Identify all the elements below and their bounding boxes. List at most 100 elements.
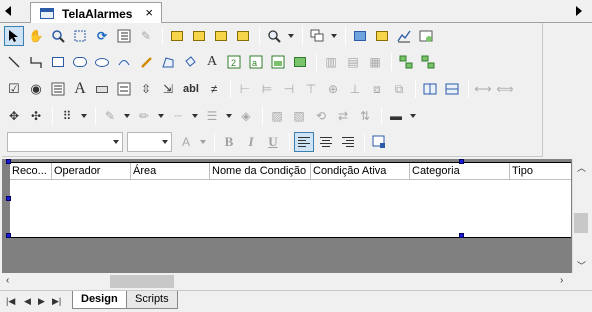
vertical-scrollbar[interactable]: ︿ ﹀ — [572, 159, 589, 273]
pencil-tool-button[interactable] — [136, 52, 156, 72]
line-tool-button[interactable] — [4, 52, 24, 72]
align-left-grid-button[interactable]: ▥ — [321, 52, 341, 72]
column-header-tipo[interactable]: Tipo — [510, 163, 570, 179]
combo-tool-button[interactable] — [114, 79, 134, 99]
line-color-dropdown[interactable] — [122, 106, 130, 126]
align-left-button[interactable]: ⊢ — [235, 79, 255, 99]
numeric-display-button[interactable]: 2 — [224, 52, 244, 72]
border-dropdown[interactable] — [408, 106, 416, 126]
font-size-combo[interactable] — [127, 132, 172, 152]
underline-button[interactable]: U — [263, 132, 283, 152]
previous-sheet-button[interactable]: ◀ — [24, 296, 31, 307]
bring-to-front-button[interactable] — [211, 26, 231, 46]
scroll-up-arrow[interactable]: ︿ — [577, 161, 586, 173]
button-tool-button[interactable] — [92, 79, 112, 99]
fit-screen-button[interactable] — [70, 26, 90, 46]
line-style-button[interactable]: ┈ — [168, 106, 188, 126]
selection-handle[interactable] — [6, 233, 11, 238]
scroll-tabs-left-button[interactable] — [5, 4, 15, 18]
group-dropdown[interactable] — [329, 26, 337, 46]
pan-tool-button[interactable]: ✋ — [26, 26, 46, 46]
screen-properties-button[interactable] — [350, 26, 370, 46]
group-objects-button[interactable] — [307, 26, 327, 46]
align-center-button[interactable]: ⊨ — [257, 79, 277, 99]
pointer-tool-button[interactable] — [4, 26, 24, 46]
line-width-dropdown[interactable] — [224, 106, 232, 126]
column-header-reco[interactable]: Reco... — [10, 163, 52, 179]
line-width-button[interactable]: ☰ — [202, 106, 222, 126]
italic-button[interactable]: I — [241, 132, 261, 152]
alarm-grid-object[interactable]: Reco... Operador Área Nome da Condição C… — [10, 162, 571, 238]
flip-vertical-button[interactable]: ⇅ — [355, 106, 375, 126]
column-header-nome-condicao[interactable]: Nome da Condição — [210, 163, 311, 179]
bold-button[interactable]: B — [219, 132, 239, 152]
rounded-rectangle-tool-button[interactable] — [70, 52, 90, 72]
space-vertical-button[interactable]: ⧉ — [389, 79, 409, 99]
font-color-dropdown[interactable] — [198, 132, 206, 152]
column-header-operador[interactable]: Operador — [52, 163, 131, 179]
grid-dropdown[interactable] — [79, 106, 87, 126]
column-header-area[interactable]: Área — [131, 163, 210, 179]
magnifier-dropdown[interactable] — [286, 26, 294, 46]
ellipse-tool-button[interactable] — [92, 52, 112, 72]
distribute-vertical-button[interactable]: ⟺ — [495, 79, 515, 99]
chart-button[interactable] — [394, 26, 414, 46]
scroll-tabs-right-button[interactable] — [576, 4, 586, 18]
abl-text-tool-button[interactable]: abl — [180, 79, 202, 99]
smart-object-button[interactable] — [290, 52, 310, 72]
scroll-right-arrow[interactable]: › — [560, 275, 563, 286]
zoom-tool-button[interactable] — [48, 26, 68, 46]
text-display-button[interactable]: a — [246, 52, 266, 72]
send-backward-button[interactable] — [189, 26, 209, 46]
screen-resize-button[interactable] — [372, 26, 392, 46]
selection-handle[interactable] — [6, 196, 11, 201]
vertical-scroll-thumb[interactable] — [574, 213, 588, 233]
column-header-categoria[interactable]: Categoria — [410, 163, 510, 179]
big-text-tool-button[interactable]: A — [70, 79, 90, 99]
rectangle-tool-button[interactable] — [48, 52, 68, 72]
radio-button-tool-button[interactable]: ◉ — [26, 79, 46, 99]
distribute-horizontal-button[interactable]: ⟷ — [473, 79, 493, 99]
align-bottom-button[interactable]: ⊥ — [345, 79, 365, 99]
space-horizontal-button[interactable]: ⧈ — [367, 79, 387, 99]
text-align-left-button[interactable] — [294, 132, 314, 152]
arc-tool-button[interactable] — [114, 52, 134, 72]
align-middle-button[interactable]: ⊕ — [323, 79, 343, 99]
flip-button[interactable]: ⇄ — [333, 106, 353, 126]
text-tool-button[interactable]: A — [202, 52, 222, 72]
text-align-right-button[interactable] — [338, 132, 358, 152]
ungroup-button[interactable] — [396, 52, 416, 72]
last-sheet-button[interactable]: ▶| — [52, 296, 61, 307]
sheet-tab-scripts[interactable]: Scripts — [126, 291, 178, 309]
font-family-combo[interactable] — [7, 132, 123, 152]
selection-handle[interactable] — [459, 233, 464, 238]
text-align-center-button[interactable] — [316, 132, 336, 152]
line-color-button[interactable]: ✎ — [100, 106, 120, 126]
polyline-tool-button[interactable] — [26, 52, 46, 72]
listbox-tool-button[interactable] — [48, 79, 68, 99]
same-height-button[interactable] — [442, 79, 462, 99]
text-color-dropdown[interactable] — [156, 106, 164, 126]
edit-field-tool-button[interactable]: ⇲ — [158, 79, 178, 99]
polygon-tool-button[interactable] — [158, 52, 178, 72]
clear-format-button[interactable]: ✎ — [136, 26, 156, 46]
text-properties-button[interactable] — [369, 132, 389, 152]
horizontal-scroll-thumb[interactable] — [110, 275, 174, 288]
horizontal-scrollbar[interactable]: ‹ › — [2, 273, 572, 290]
selection-handle[interactable] — [6, 159, 11, 164]
regroup-button[interactable] — [418, 52, 438, 72]
move-button[interactable]: ✥ — [4, 106, 24, 126]
font-color-button[interactable]: A — [176, 132, 196, 152]
bucket-fill-tool-button[interactable] — [180, 52, 200, 72]
spin-tool-button[interactable]: ⇳ — [136, 79, 156, 99]
slider-tool-button[interactable]: ≠ — [204, 79, 224, 99]
checklist-button[interactable] — [114, 26, 134, 46]
object-wizard-button[interactable] — [416, 26, 436, 46]
resize-button[interactable]: ✣ — [26, 106, 46, 126]
order-button[interactable]: ▧ — [289, 106, 309, 126]
align-top-button[interactable]: ⊤ — [301, 79, 321, 99]
first-sheet-button[interactable]: |◀ — [6, 296, 15, 307]
line-style-dropdown[interactable] — [190, 106, 198, 126]
shadow-button[interactable]: ▨ — [267, 106, 287, 126]
scroll-down-arrow[interactable]: ﹀ — [577, 259, 586, 271]
